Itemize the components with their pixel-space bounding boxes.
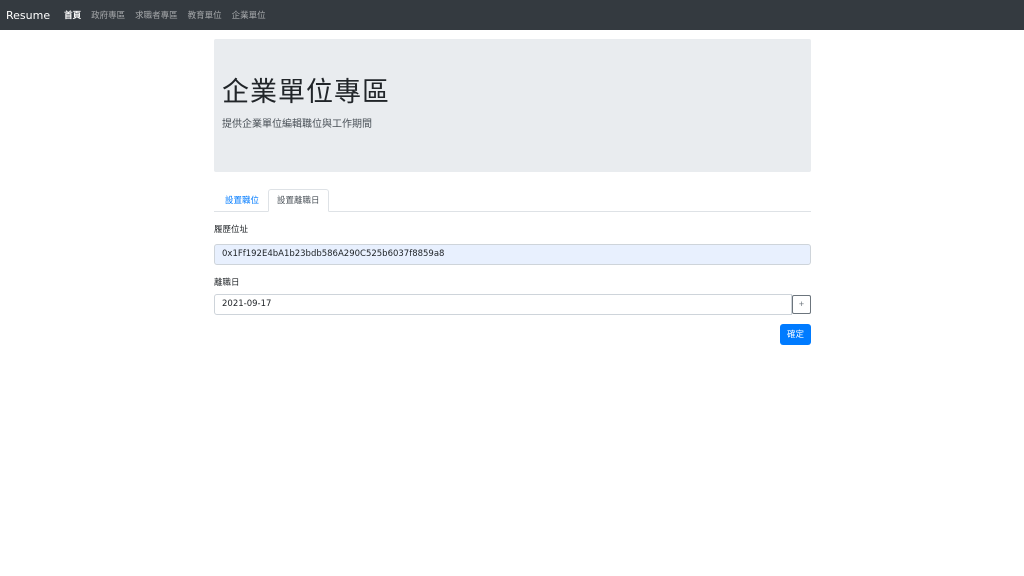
main-container: 企業單位專區 提供企業單位編輯職位與工作期間 設置職位 設置離職日 履歷位址 離… [214,39,811,345]
jumbotron: 企業單位專區 提供企業單位編輯職位與工作期間 [214,39,811,172]
tab-set-position[interactable]: 設置職位 [216,189,268,212]
page-subtitle: 提供企業單位編輯職位與工作期間 [222,119,372,130]
tab-set-leave-date[interactable]: 設置離職日 [268,189,329,212]
form-actions: 確定 [214,323,811,345]
address-label: 履歷位址 [214,225,249,235]
top-navbar: Resume 首頁 政府專區 求職者專區 教育單位 企業單位 [0,0,1024,30]
nav-link-enterprise[interactable]: 企業單位 [232,9,266,21]
nav-link-job-seeker[interactable]: 求職者專區 [135,9,178,21]
page-title: 企業單位專區 [222,77,390,108]
leave-date-input[interactable] [214,293,792,315]
date-picker-button[interactable]: + [792,294,811,314]
tab-bar: 設置職位 設置離職日 [214,189,811,212]
resume-address-input[interactable] [214,243,811,265]
brand-link[interactable]: Resume [6,9,50,22]
leave-date-label: 離職日 [214,277,240,288]
nav-link-education[interactable]: 教育單位 [188,9,222,21]
nav-link-government[interactable]: 政府專區 [91,9,125,21]
date-row: + [214,293,811,315]
confirm-button[interactable]: 確定 [780,323,811,345]
nav-link-home[interactable]: 首頁 [64,9,81,21]
